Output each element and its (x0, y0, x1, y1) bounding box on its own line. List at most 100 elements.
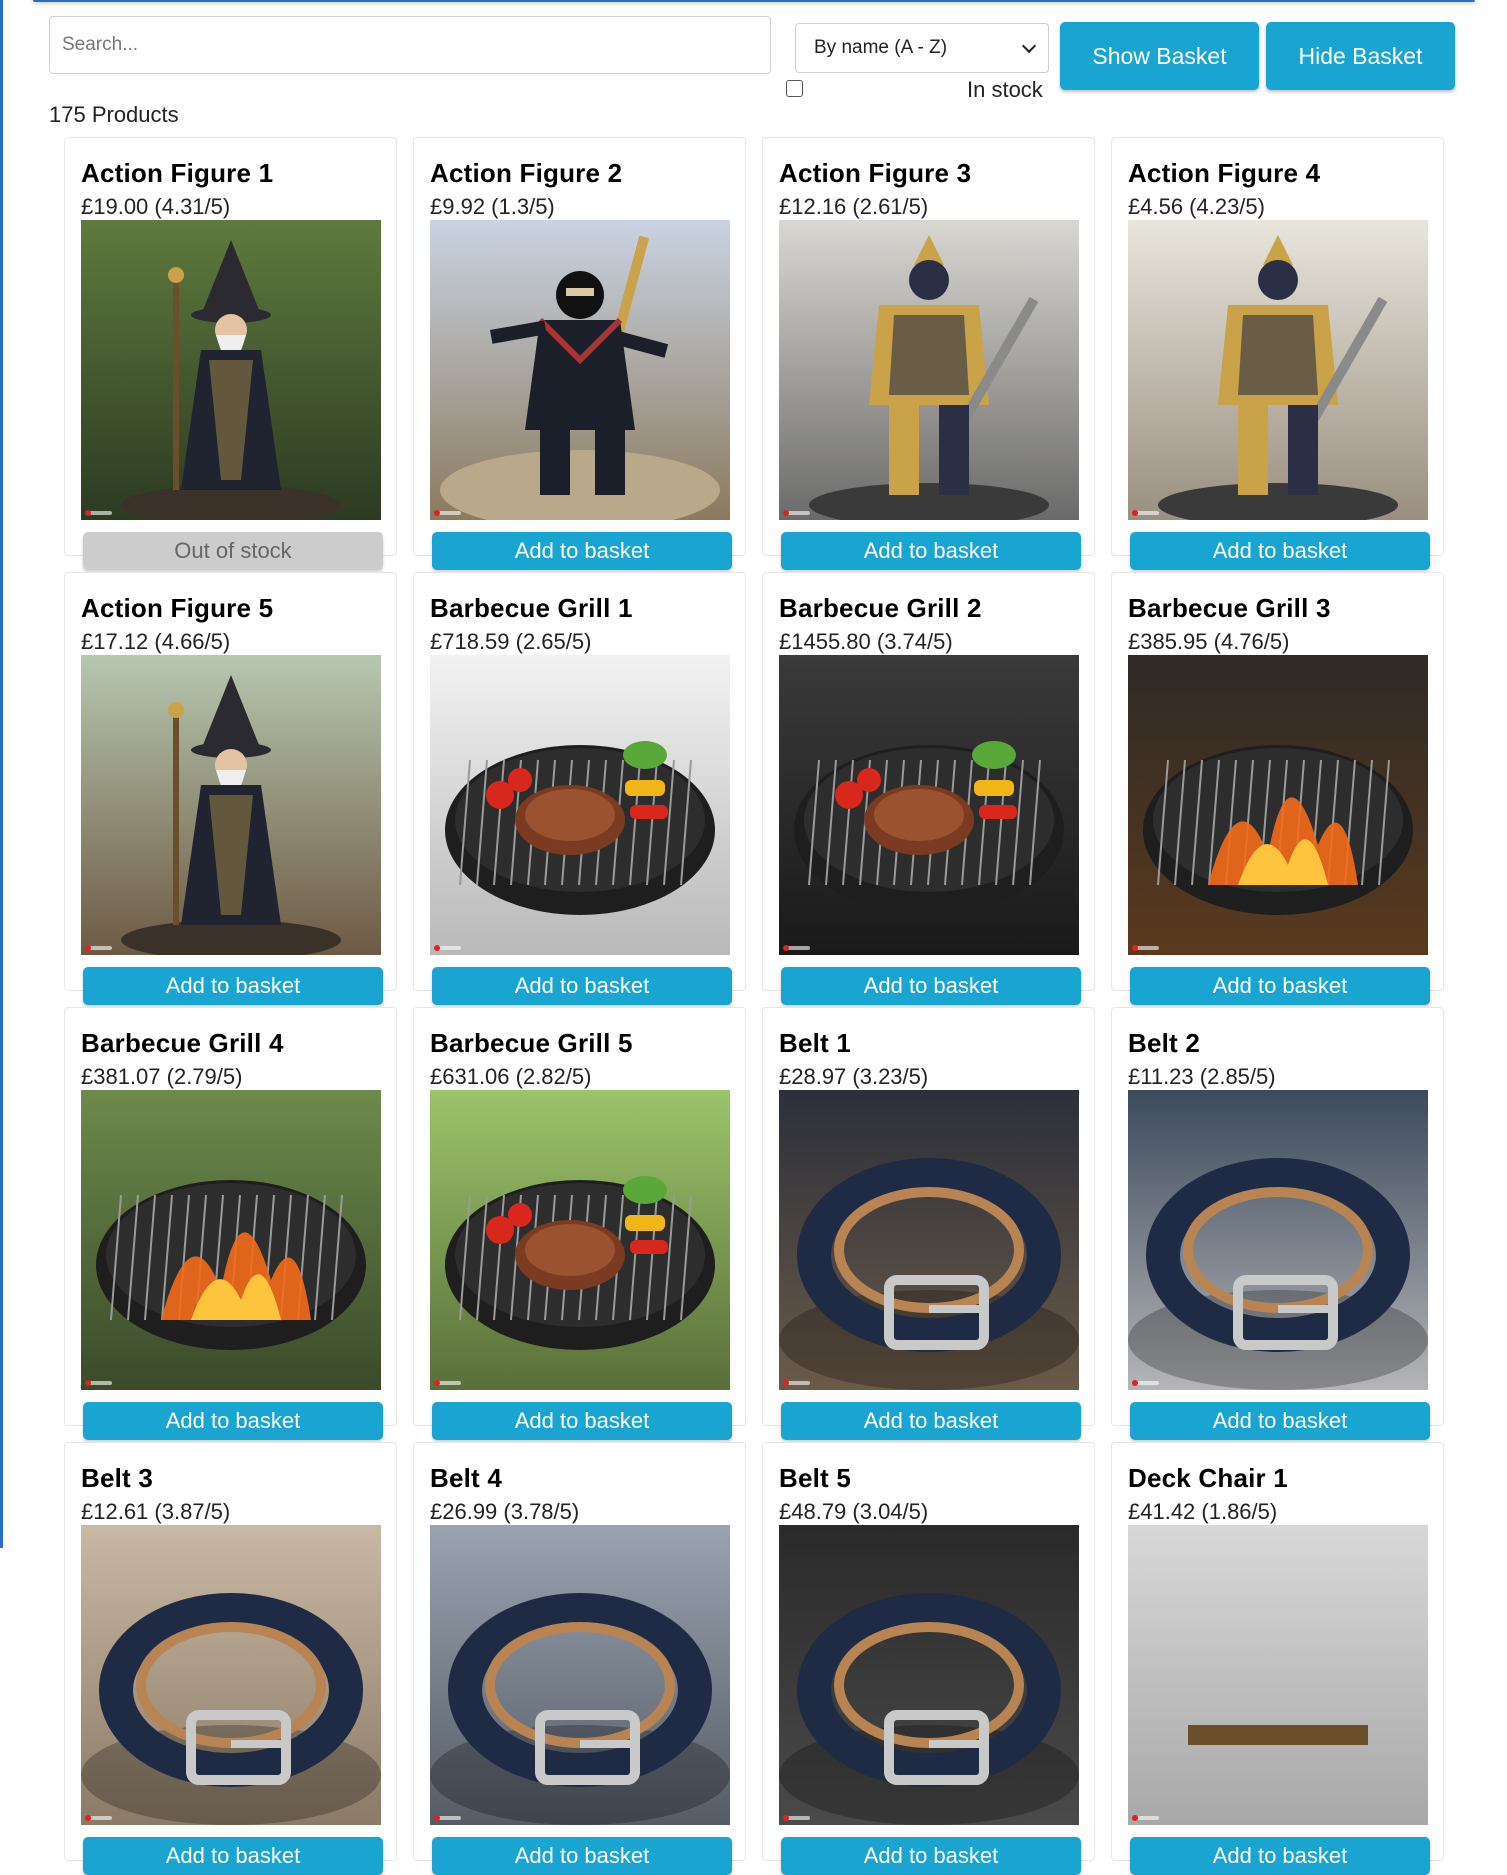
watermark-icon (1132, 945, 1159, 951)
product-price-rating: £11.23 (2.85/5) (1128, 1064, 1276, 1089)
window-edge (0, 0, 3, 1548)
product-price-rating: £26.99 (3.78/5) (430, 1499, 580, 1524)
add-to-basket-button[interactable]: Add to basket (781, 1837, 1081, 1875)
product-price-rating: £12.16 (2.61/5) (779, 194, 929, 219)
product-name: Barbecue Grill 4 (81, 1028, 284, 1058)
product-price-rating: £631.06 (2.82/5) (430, 1064, 592, 1089)
watermark-icon (783, 1380, 810, 1386)
add-to-basket-button[interactable]: Add to basket (781, 967, 1081, 1005)
product-image (81, 655, 381, 955)
watermark-icon (85, 510, 112, 516)
in-stock-checkbox[interactable] (786, 80, 803, 97)
product-card: Action Figure 4 £4.56 (4.23/5) Add to bas… (1111, 137, 1444, 570)
product-image (430, 220, 730, 520)
product-name: Belt 2 (1128, 1028, 1201, 1058)
product-name: Action Figure 3 (779, 158, 972, 188)
product-card: Belt 4 £26.99 (3.78/5) Add to basket (413, 1442, 746, 1875)
product-count: 175 Products (49, 102, 179, 127)
add-to-basket-button[interactable]: Add to basket (432, 1837, 732, 1875)
watermark-icon (1132, 1815, 1159, 1821)
add-to-basket-button[interactable]: Add to basket (432, 967, 732, 1005)
product-card: Barbecue Grill 5 £631.06 (2.82/5) Add to … (413, 1007, 746, 1440)
product-price-rating: £385.95 (4.76/5) (1128, 629, 1290, 654)
product-image (779, 655, 1079, 955)
watermark-icon (434, 1815, 461, 1821)
product-name: Barbecue Grill 5 (430, 1028, 633, 1058)
product-image (430, 1090, 730, 1390)
watermark-icon (783, 1815, 810, 1821)
product-card: Belt 1 £28.97 (3.23/5) Add to basket (762, 1007, 1095, 1440)
product-card: Action Figure 3 £12.16 (2.61/5) Add to ba… (762, 137, 1095, 570)
sort-selected-value: By name (A - Z) (814, 37, 948, 58)
product-card: Barbecue Grill 3 £385.95 (4.76/5) Add to … (1111, 572, 1444, 1005)
product-name: Barbecue Grill 3 (1128, 593, 1331, 623)
product-card: Barbecue Grill 1 £718.59 (2.65/5) Add to … (413, 572, 746, 1005)
product-image (1128, 220, 1428, 520)
product-price-rating: £1455.80 (3.74/5) (779, 629, 953, 654)
product-name: Action Figure 2 (430, 158, 623, 188)
add-to-basket-button[interactable]: Add to basket (1130, 532, 1430, 570)
product-name: Barbecue Grill 2 (779, 593, 982, 623)
product-image (81, 220, 381, 520)
product-price-rating: £4.56 (4.23/5) (1128, 194, 1265, 219)
product-price-rating: £28.97 (3.23/5) (779, 1064, 929, 1089)
watermark-icon (85, 1380, 112, 1386)
in-stock-label: In stock (967, 77, 1043, 102)
add-to-basket-button[interactable]: Add to basket (432, 532, 732, 570)
product-image (1128, 1090, 1428, 1390)
add-to-basket-button[interactable]: Add to basket (781, 1402, 1081, 1440)
watermark-icon (434, 1380, 461, 1386)
product-image (779, 1090, 1079, 1390)
product-card: Belt 2 £11.23 (2.85/5) Add to basket (1111, 1007, 1444, 1440)
add-to-basket-button[interactable]: Add to basket (432, 1402, 732, 1440)
add-to-basket-button[interactable]: Add to basket (1130, 967, 1430, 1005)
watermark-icon (1132, 1380, 1159, 1386)
add-to-basket-button[interactable]: Add to basket (1130, 1402, 1430, 1440)
product-name: Belt 4 (430, 1463, 503, 1493)
product-image (430, 655, 730, 955)
product-name: Belt 1 (779, 1028, 852, 1058)
product-image (81, 1090, 381, 1390)
watermark-icon (85, 1815, 112, 1821)
product-price-rating: £12.61 (3.87/5) (81, 1499, 231, 1524)
product-card: Deck Chair 1 £41.42 (1.86/5) Add to baske… (1111, 1442, 1444, 1875)
add-to-basket-button[interactable]: Add to basket (83, 1837, 383, 1875)
product-card: Barbecue Grill 2 £1455.80 (3.74/5) Add to… (762, 572, 1095, 1005)
product-name: Belt 5 (779, 1463, 852, 1493)
header-bar (33, 0, 1475, 2)
product-image (1128, 1525, 1428, 1825)
product-price-rating: £19.00 (4.31/5) (81, 194, 231, 219)
add-to-basket-button[interactable]: Add to basket (781, 532, 1081, 570)
product-name: Action Figure 1 (81, 158, 274, 188)
product-card: Action Figure 1 £19.00 (4.31/5) Out of st… (64, 137, 397, 570)
sort-select[interactable]: By name (A - Z) (795, 23, 1049, 73)
product-image (1128, 655, 1428, 955)
add-to-basket-button[interactable]: Add to basket (83, 967, 383, 1005)
hide-basket-button[interactable]: Hide Basket (1266, 22, 1455, 90)
product-card: Action Figure 5 £17.12 (4.66/5) Add to ba… (64, 572, 397, 1005)
watermark-icon (85, 945, 112, 951)
chevron-down-icon (1021, 38, 1037, 53)
watermark-icon (434, 945, 461, 951)
add-to-basket-button[interactable]: Add to basket (1130, 1837, 1430, 1875)
show-basket-button[interactable]: Show Basket (1060, 22, 1259, 90)
product-name: Action Figure 5 (81, 593, 274, 623)
product-name: Barbecue Grill 1 (430, 593, 633, 623)
search-input[interactable] (49, 16, 771, 74)
add-to-basket-button[interactable]: Add to basket (83, 1402, 383, 1440)
product-card: Belt 5 £48.79 (3.04/5) Add to basket (762, 1442, 1095, 1875)
watermark-icon (783, 945, 810, 951)
product-price-rating: £9.92 (1.3/5) (430, 194, 555, 219)
watermark-icon (1132, 510, 1159, 516)
product-name: Deck Chair 1 (1128, 1463, 1288, 1493)
product-image (779, 1525, 1079, 1825)
product-price-rating: £17.12 (4.66/5) (81, 629, 231, 654)
watermark-icon (783, 510, 810, 516)
watermark-icon (434, 510, 461, 516)
product-price-rating: £41.42 (1.86/5) (1128, 1499, 1278, 1524)
product-price-rating: £718.59 (2.65/5) (430, 629, 592, 654)
product-name: Belt 3 (81, 1463, 154, 1493)
product-card: Action Figure 2 £9.92 (1.3/5) Add to bask… (413, 137, 746, 570)
product-name: Action Figure 4 (1128, 158, 1321, 188)
product-price-rating: £381.07 (2.79/5) (81, 1064, 243, 1089)
